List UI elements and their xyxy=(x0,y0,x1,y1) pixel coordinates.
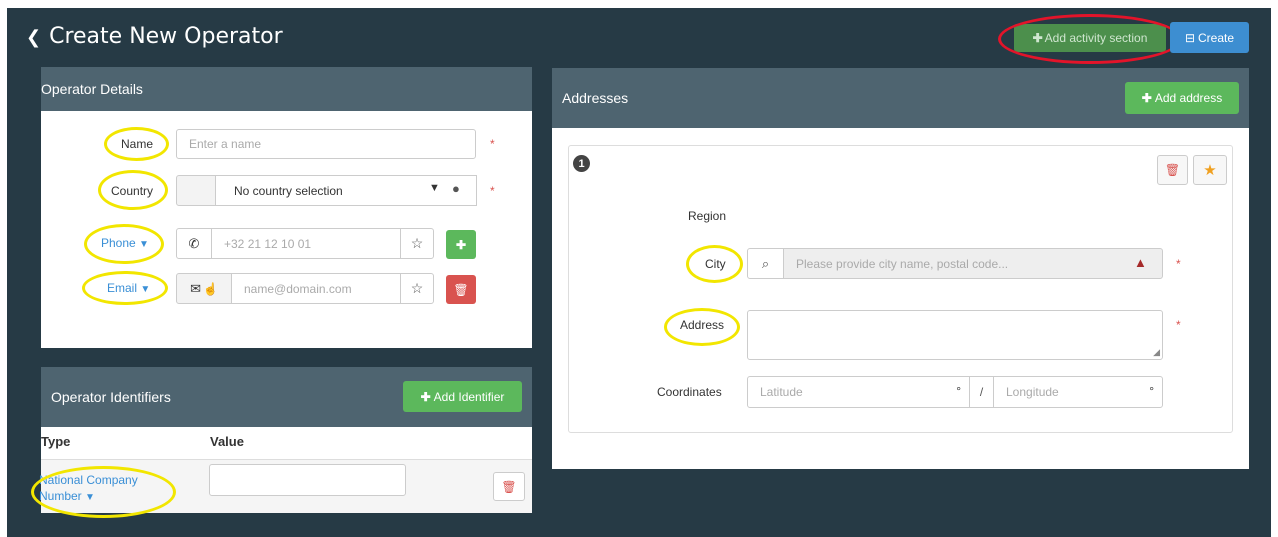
add-activity-section-button[interactable]: ✚ Add activity section xyxy=(1014,24,1166,52)
add-address-button[interactable]: ✚ Add address xyxy=(1125,82,1239,114)
name-placeholder: Enter a name xyxy=(189,137,262,151)
email-star-button[interactable]: ☆ xyxy=(400,273,434,304)
country-label: Country xyxy=(111,184,154,198)
region-label: Region xyxy=(688,209,727,223)
address-label: Address xyxy=(680,318,725,332)
city-label: City xyxy=(705,257,726,271)
resize-handle-icon[interactable]: ◢ xyxy=(1153,347,1160,358)
delete-address-button[interactable]: 🗑 xyxy=(1157,155,1188,185)
addresses-heading: Addresses xyxy=(562,90,629,106)
latitude-placeholder: Latitude xyxy=(760,385,803,399)
star-icon: ★ xyxy=(1203,162,1217,179)
identifiers-table-header: Type Value xyxy=(41,427,532,460)
phone-icon: ✆ xyxy=(188,235,200,251)
hand-pointer-icon: ☝ xyxy=(202,281,218,296)
plus-icon: ✚ xyxy=(420,389,431,404)
chevron-down-icon: ▼ xyxy=(85,492,95,503)
country-flag-addon xyxy=(176,175,216,206)
identifier-type-dropdown[interactable]: National Company Number ▼ xyxy=(39,472,138,506)
trash-icon: 🗑 xyxy=(501,479,517,494)
name-required-mark: * xyxy=(490,137,495,151)
longitude-degree-symbol: ° xyxy=(1149,384,1154,398)
name-input[interactable]: Enter a name xyxy=(176,129,476,159)
email-icon-addon: ✉ ☝ xyxy=(176,273,232,304)
operator-details-heading: Operator Details xyxy=(41,81,143,97)
table-row: National Company Number ▼ 🗑 xyxy=(39,460,532,513)
warning-icon: ▲ xyxy=(1134,255,1147,270)
save-icon: ⊟ xyxy=(1184,30,1196,45)
phone-label: Phone xyxy=(101,236,136,250)
phone-star-button[interactable]: ☆ xyxy=(400,228,434,259)
phone-input[interactable]: +32 21 12 10 01 xyxy=(211,228,401,259)
column-header-value: Value xyxy=(210,434,244,449)
add-identifier-button[interactable]: ✚ Add Identifier xyxy=(403,381,522,412)
latitude-input[interactable]: Latitude ° xyxy=(747,376,970,408)
trash-icon: 🗑 xyxy=(453,282,469,297)
plus-icon: ✚ xyxy=(1032,31,1043,45)
create-label: Create xyxy=(1198,30,1235,45)
phone-icon-addon: ✆ xyxy=(176,228,212,259)
address-index-badge: 1 xyxy=(573,155,590,172)
add-identifier-label: Add Identifier xyxy=(433,389,505,404)
search-icon: ⌕ xyxy=(761,255,770,271)
coordinates-separator: / xyxy=(969,376,994,408)
slash-separator: / xyxy=(979,385,984,399)
page-title-text: Create New Operator xyxy=(49,24,283,49)
plus-icon: ✚ xyxy=(455,237,467,252)
page-title: ❮ Create New Operator xyxy=(26,24,283,49)
city-search-addon: ⌕ xyxy=(747,248,784,279)
email-label: Email xyxy=(107,281,138,295)
chevron-down-icon: ▼ xyxy=(429,182,440,194)
longitude-placeholder: Longitude xyxy=(1006,385,1059,399)
identifier-type-line1: National Company xyxy=(39,473,138,487)
star-outline-icon: ☆ xyxy=(410,280,424,296)
city-required-mark: * xyxy=(1176,257,1181,271)
coordinates-label: Coordinates xyxy=(657,385,722,399)
phone-label-dropdown[interactable]: Phone ▼ xyxy=(101,236,149,250)
operator-identifiers-heading: Operator Identifiers xyxy=(51,389,171,405)
column-header-type: Type xyxy=(41,434,71,449)
envelope-icon: ✉ xyxy=(190,280,201,296)
globe-icon: ● xyxy=(452,181,460,196)
star-outline-icon: ☆ xyxy=(410,235,424,251)
address-required-mark: * xyxy=(1176,318,1181,332)
plus-icon: ✚ xyxy=(1141,91,1152,105)
city-placeholder: Please provide city name, postal code... xyxy=(796,256,1009,271)
operator-details-panel: Operator Details xyxy=(41,67,532,348)
delete-email-button[interactable]: 🗑 xyxy=(446,275,476,304)
chevron-down-icon: ▼ xyxy=(140,284,151,295)
delete-identifier-button[interactable]: 🗑 xyxy=(493,472,525,501)
back-chevron-icon[interactable]: ❮ xyxy=(26,27,41,48)
favorite-address-button[interactable]: ★ xyxy=(1193,155,1227,185)
country-required-mark: * xyxy=(490,184,495,198)
chevron-down-icon: ▼ xyxy=(139,239,149,250)
country-select[interactable]: No country selection ▼ ● xyxy=(215,175,477,206)
address-textarea[interactable]: ◢ xyxy=(747,310,1163,360)
trash-icon: 🗑 xyxy=(1164,163,1181,177)
email-placeholder: name@domain.com xyxy=(244,281,352,296)
identifier-type-line2: Number xyxy=(39,489,82,503)
longitude-input[interactable]: Longitude ° xyxy=(993,376,1163,408)
name-label: Name xyxy=(121,137,154,151)
address-index-number: 1 xyxy=(578,157,585,170)
email-input[interactable]: name@domain.com xyxy=(231,273,401,304)
city-input[interactable]: Please provide city name, postal code...… xyxy=(783,248,1163,279)
identifier-value-input[interactable] xyxy=(209,464,406,496)
email-label-dropdown[interactable]: Email ▼ xyxy=(107,281,150,295)
country-select-value: No country selection xyxy=(234,183,343,198)
latitude-degree-symbol: ° xyxy=(956,384,961,398)
add-address-label: Add address xyxy=(1154,91,1223,105)
operator-details-header: Operator Details xyxy=(41,67,532,111)
create-button[interactable]: ⊟ Create xyxy=(1170,22,1249,53)
add-activity-section-label: Add activity section xyxy=(1044,31,1148,45)
add-phone-button[interactable]: ✚ xyxy=(446,230,476,259)
phone-placeholder: +32 21 12 10 01 xyxy=(224,236,312,251)
